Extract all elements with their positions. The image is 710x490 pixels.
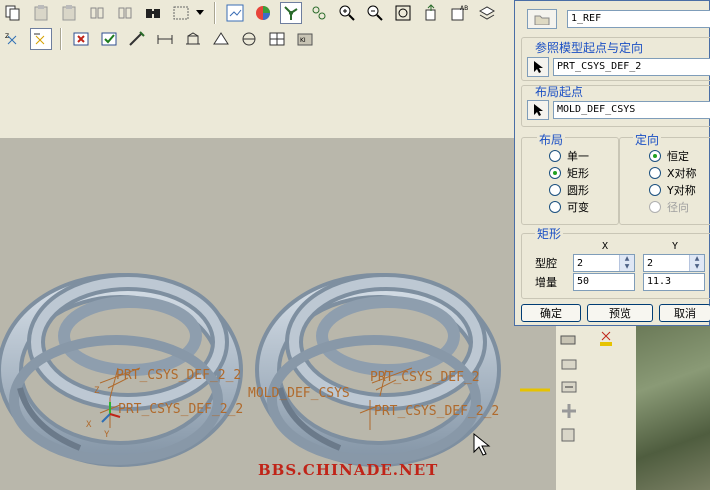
select-box-icon[interactable] xyxy=(170,2,192,24)
background-image xyxy=(636,326,710,490)
rect-group-label: 矩形 xyxy=(535,225,564,242)
csys-flag-icon[interactable] xyxy=(596,328,618,350)
thickness-check-icon[interactable] xyxy=(154,28,176,50)
radio-checked-icon xyxy=(549,167,561,179)
projected-area-icon[interactable] xyxy=(182,28,204,50)
spin-center-icon[interactable] xyxy=(420,2,442,24)
radio-icon xyxy=(649,184,661,196)
svg-text:AB: AB xyxy=(460,5,468,12)
ok-button[interactable]: 确定 xyxy=(521,304,581,322)
parting-surface-icon[interactable] xyxy=(210,28,232,50)
layout-option-circle[interactable]: 圆形 xyxy=(549,182,589,198)
layers-icon[interactable] xyxy=(476,2,498,24)
workpiece-icon[interactable] xyxy=(558,352,580,374)
col-x-header: X xyxy=(602,241,609,252)
radio-checked-icon xyxy=(649,150,661,162)
csys-label-5: PRT_CSYS_DEF_2_2 xyxy=(374,404,500,419)
layout-dialog: 1_REF 参照模型起点与定向 PRT_CSYS_DEF_2 布局起点 MOLD… xyxy=(514,0,710,326)
grid-icon[interactable] xyxy=(266,28,288,50)
radio-icon xyxy=(549,184,561,196)
orient-option-y-sym[interactable]: Y对称 xyxy=(649,182,696,198)
layout-origin-label: 布局起点 xyxy=(535,85,584,99)
main-toolbar: AB Z KI xyxy=(0,0,516,61)
open-folder-button[interactable] xyxy=(527,9,557,29)
mold-base-icon[interactable]: KI xyxy=(294,28,316,50)
dropdown-icon[interactable] xyxy=(194,2,206,24)
close-window-icon[interactable] xyxy=(70,28,92,50)
split-icon[interactable] xyxy=(558,400,580,422)
csys-label-4: MOLD_DEF_CSYS xyxy=(248,386,350,401)
stepper-arrows-icon[interactable]: ▲ ▼ xyxy=(619,255,634,271)
col-y-header: Y xyxy=(672,241,679,252)
reference-model-field[interactable]: 1_REF xyxy=(567,10,710,28)
paste-special-icon[interactable] xyxy=(58,2,80,24)
csys-label-2: PRT_CSYS_DEF_2 xyxy=(370,370,480,385)
layout-option-variable[interactable]: 可变 xyxy=(549,199,589,215)
mouse-cursor-icon xyxy=(473,432,491,456)
ref-origin-select-button[interactable] xyxy=(527,57,549,77)
csys-label-1: PRT_CSYS_DEF_2_2 xyxy=(116,368,242,383)
zoom-out-icon[interactable] xyxy=(364,2,386,24)
mirror-icon[interactable] xyxy=(86,2,108,24)
axis-label-z: Z xyxy=(94,386,100,396)
view-icon[interactable]: AB xyxy=(448,2,470,24)
mirror-icon-2[interactable] xyxy=(114,2,136,24)
axis-label-y: Y xyxy=(104,430,110,440)
find-icon[interactable] xyxy=(142,2,164,24)
datum-icon[interactable] xyxy=(280,2,302,24)
csys-display-icon[interactable]: Z xyxy=(2,28,24,50)
cancel-button[interactable]: 取消 xyxy=(659,304,710,322)
layout-origin-select-button[interactable] xyxy=(527,100,549,120)
select-arrow-icon xyxy=(534,61,543,73)
orient-icon[interactable] xyxy=(308,2,330,24)
axis-label-x: X xyxy=(86,420,92,430)
stepper-arrows-icon[interactable]: ▲ ▼ xyxy=(689,255,704,271)
right-toolbar xyxy=(556,326,636,490)
increment-y-field[interactable]: 11.3 xyxy=(643,273,705,291)
increment-label: 增量 xyxy=(535,276,557,289)
shrink-icon[interactable] xyxy=(558,376,580,398)
zoom-in-icon[interactable] xyxy=(336,2,358,24)
csys-label-3: PRT_CSYS_DEF_2_2 xyxy=(118,402,244,417)
svg-text:KI: KI xyxy=(300,37,306,44)
layout-group-label: 布局 xyxy=(537,131,566,148)
orient-group-label: 定向 xyxy=(633,131,662,148)
radio-icon xyxy=(649,201,661,213)
svg-text:Z: Z xyxy=(5,33,9,40)
ref-origin-label: 参照模型起点与定向 xyxy=(535,41,644,55)
copy-icon[interactable] xyxy=(2,2,24,24)
layout-option-single[interactable]: 单一 xyxy=(549,148,589,164)
paste-icon[interactable] xyxy=(30,2,52,24)
extract-icon[interactable] xyxy=(558,424,580,446)
layout-origin-field[interactable]: MOLD_DEF_CSYS xyxy=(553,101,710,119)
select-arrow-icon xyxy=(534,104,543,116)
increment-x-field[interactable]: 50 xyxy=(573,273,635,291)
folder-icon xyxy=(534,15,550,25)
radio-icon xyxy=(649,167,661,179)
refit-icon[interactable] xyxy=(392,2,414,24)
cavity-y-stepper[interactable]: 2 ▲ ▼ xyxy=(643,254,705,272)
repaint-icon[interactable] xyxy=(224,2,246,24)
mold-model-view xyxy=(0,273,550,467)
check-model-icon[interactable] xyxy=(98,28,120,50)
cavity-x-stepper[interactable]: 2 ▲ ▼ xyxy=(573,254,635,272)
radio-icon xyxy=(549,150,561,162)
toolbar-area xyxy=(0,60,516,138)
watermark: BBS.CHINADE.NET xyxy=(258,461,439,479)
orient-option-radial: 径向 xyxy=(649,199,689,215)
graphics-viewport[interactable]: PRT_CSYS_DEF_2_2 PRT_CSYS_DEF_2 PRT_CSYS… xyxy=(0,138,556,490)
ref-origin-field[interactable]: PRT_CSYS_DEF_2 xyxy=(553,58,710,76)
orient-option-x-sym[interactable]: X对称 xyxy=(649,165,697,181)
layout-option-rect[interactable]: 矩形 xyxy=(549,165,589,181)
cavity-label: 型腔 xyxy=(535,257,557,270)
radio-icon xyxy=(549,201,561,213)
preview-button[interactable]: 预览 xyxy=(587,304,653,322)
orient-option-constant[interactable]: 恒定 xyxy=(649,148,689,164)
shadow-icon[interactable] xyxy=(238,28,260,50)
draft-check-icon[interactable] xyxy=(126,28,148,50)
cavity-layout-icon[interactable] xyxy=(558,328,580,350)
color-icon[interactable] xyxy=(252,2,274,24)
csys-toggle-icon[interactable] xyxy=(30,28,52,50)
